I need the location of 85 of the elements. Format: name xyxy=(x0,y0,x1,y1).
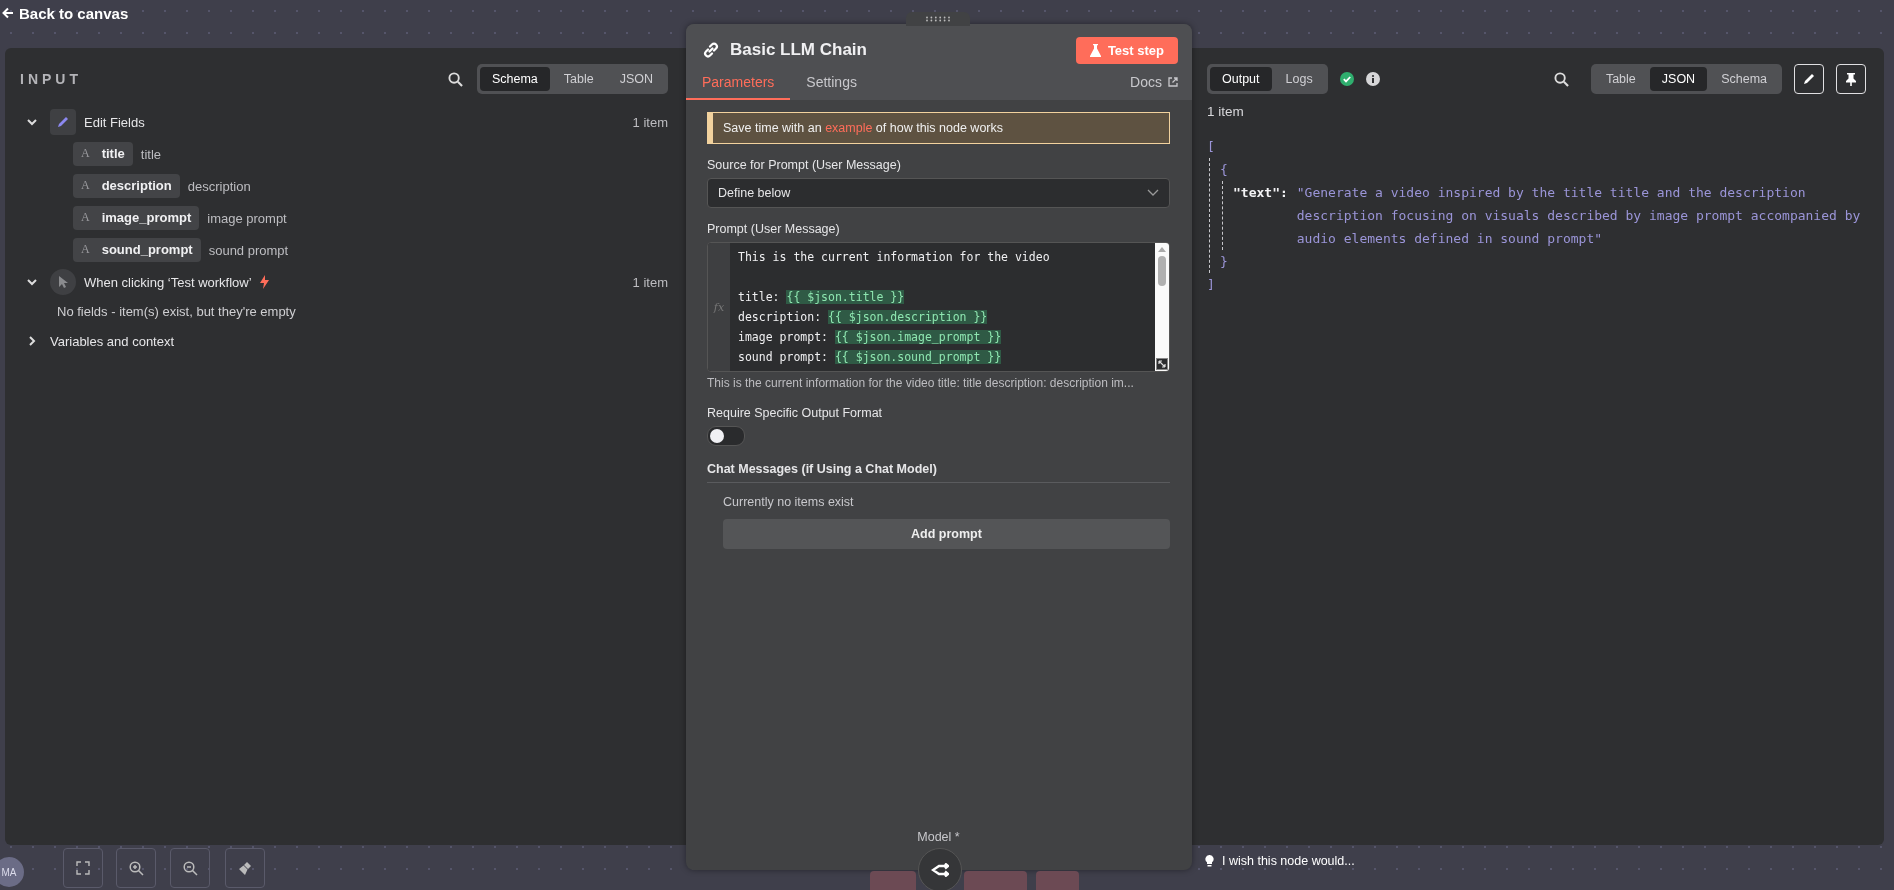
code-line: sound prompt: {{ $json.sound_prompt }} xyxy=(738,349,1003,366)
connector-label: Model * xyxy=(917,830,960,844)
chevron-icon[interactable] xyxy=(26,335,38,347)
code-line: title: {{ $json.title }} xyxy=(738,289,906,306)
json-brace: } xyxy=(1220,253,1229,271)
json-bracket: [ xyxy=(1207,138,1216,156)
field-label: Require Specific Output Format xyxy=(707,406,884,420)
feedback-link[interactable]: I wish this node would... xyxy=(1205,854,1355,868)
json-bracket: ] xyxy=(1207,276,1216,294)
pencil-icon xyxy=(1802,72,1816,86)
drag-handle[interactable] xyxy=(906,12,970,26)
code-line: image prompt: {{ $json.image_prompt }} xyxy=(738,329,1003,346)
external-link-icon xyxy=(1168,77,1178,87)
node-name[interactable]: Variables and context xyxy=(50,333,175,349)
code-line: description: {{ $json.description }} xyxy=(738,309,989,326)
node-tab[interactable]: Settings xyxy=(790,66,873,100)
lightning-icon xyxy=(259,275,269,289)
fit-view-button[interactable] xyxy=(63,848,103,888)
search-icon[interactable] xyxy=(447,71,463,87)
back-to-canvas-link[interactable]: Back to canvas xyxy=(2,4,129,22)
field-value: title xyxy=(140,146,162,162)
user-avatar[interactable]: MA xyxy=(0,857,24,887)
eraser-icon xyxy=(237,860,253,876)
clear-button[interactable] xyxy=(225,848,265,888)
cursor-icon xyxy=(50,269,76,295)
zoom-out-button[interactable] xyxy=(170,848,210,888)
view-tab[interactable]: Table xyxy=(551,67,606,91)
json-value: "Generate a video inspired by the title title and the description description focusing on visuals described by image prompt accompanied by audio elements defined in sound prompt" xyxy=(1296,184,1862,248)
hint-notice: Save time with an example of how this node works xyxy=(707,112,1170,144)
code-line: This is the current information for the video xyxy=(738,249,1051,266)
item-count: 1 item xyxy=(1207,104,1245,119)
view-tab[interactable]: JSON xyxy=(1649,67,1708,91)
field-pill[interactable]: A title xyxy=(73,142,133,166)
docs-link[interactable]: Docs xyxy=(1130,74,1178,100)
chevron-icon[interactable] xyxy=(26,116,38,128)
chevron-icon[interactable] xyxy=(26,276,38,288)
view-tab[interactable]: JSON xyxy=(607,67,665,91)
field-value: sound prompt xyxy=(208,242,289,258)
node-title: Basic LLM Chain xyxy=(730,40,867,60)
field-pill[interactable]: A image_prompt xyxy=(73,206,200,230)
view-tab[interactable]: Schema xyxy=(479,67,550,91)
search-icon[interactable] xyxy=(1553,71,1569,87)
empty-message: Currently no items exist xyxy=(723,495,855,509)
field-value: image prompt xyxy=(207,210,287,226)
scrollbar[interactable] xyxy=(1155,243,1169,371)
pencil-icon xyxy=(50,109,76,135)
info-icon[interactable] xyxy=(1365,72,1380,86)
item-count: 1 item xyxy=(632,274,668,290)
fullscreen-icon xyxy=(76,861,90,875)
empty-message: No fields - item(s) exist, but they're empty xyxy=(56,303,297,321)
output-tab[interactable]: Output xyxy=(1210,67,1272,91)
link-icon xyxy=(702,41,720,59)
view-tab[interactable]: Schema xyxy=(1709,67,1779,91)
field-pill[interactable]: A sound_prompt xyxy=(73,238,201,262)
json-key: "text": xyxy=(1233,181,1288,250)
resize-icon[interactable] xyxy=(1156,358,1168,370)
field-pill[interactable]: A description xyxy=(73,174,180,198)
source-select[interactable]: Define below xyxy=(707,178,1170,208)
toggle-switch[interactable] xyxy=(707,426,745,446)
zoom-in-icon xyxy=(128,860,144,876)
chevron-down-icon xyxy=(1147,189,1159,197)
panel-title: INPUT xyxy=(20,71,82,87)
success-check-icon xyxy=(1339,72,1354,86)
flask-icon xyxy=(1089,43,1101,57)
lightbulb-icon xyxy=(1205,855,1214,867)
edit-output-button[interactable] xyxy=(1794,64,1824,94)
scroll-thumb[interactable] xyxy=(1158,256,1166,286)
section-title: Chat Messages (if Using a Chat Model) xyxy=(707,462,1170,483)
node-name[interactable]: Edit Fields xyxy=(84,114,145,130)
field-label: Source for Prompt (User Message) xyxy=(707,158,902,172)
json-brace: { xyxy=(1220,161,1229,179)
branch-arrow-icon xyxy=(931,863,949,877)
view-tab[interactable]: Table xyxy=(1593,67,1648,91)
arrow-left-icon xyxy=(2,7,14,19)
zoom-out-icon xyxy=(182,860,198,876)
zoom-in-button[interactable] xyxy=(116,848,156,888)
field-value: description xyxy=(187,178,251,194)
pin-icon xyxy=(1845,72,1857,86)
output-tab[interactable]: Logs xyxy=(1273,67,1325,91)
add-prompt-button[interactable]: Add prompt xyxy=(723,519,1170,549)
node-name[interactable]: When clicking ‘Test workflow’ xyxy=(84,274,252,290)
pin-button[interactable] xyxy=(1836,64,1866,94)
field-label: Prompt (User Message) xyxy=(707,222,841,236)
prompt-preview: This is the current information for the video title: title description: description im... xyxy=(707,376,1135,390)
item-count: 1 item xyxy=(632,114,668,130)
